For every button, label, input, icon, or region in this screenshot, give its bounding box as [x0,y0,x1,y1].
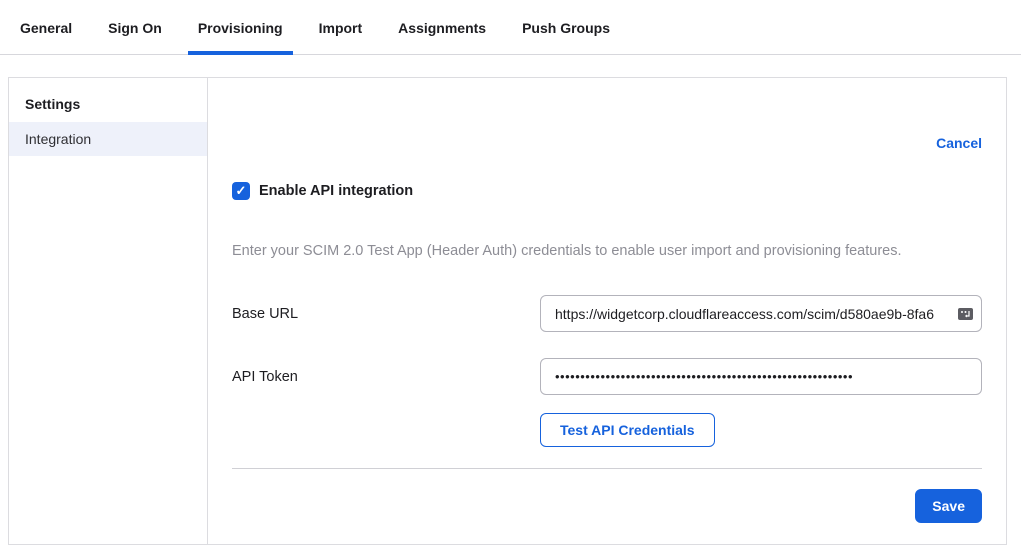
base-url-label: Base URL [232,306,540,322]
cancel-link[interactable]: Cancel [936,135,982,151]
api-token-row: API Token [232,358,982,395]
tab-sign-on[interactable]: Sign On [98,20,172,55]
test-api-credentials-button[interactable]: Test API Credentials [540,413,715,447]
save-row: Save [232,469,982,523]
api-token-label: API Token [232,369,540,385]
enable-api-integration-label: Enable API integration [259,183,413,199]
integration-settings-content: Cancel ✓ Enable API integration Enter yo… [208,78,1006,544]
tab-import[interactable]: Import [309,20,373,55]
api-token-input[interactable] [540,358,982,395]
cancel-row: Cancel [232,78,982,153]
base-url-input-wrap [540,295,982,332]
tab-push-groups[interactable]: Push Groups [512,20,620,55]
settings-sidebar: Settings Integration [9,78,208,544]
api-token-input-wrap [540,358,982,395]
provisioning-panel: Settings Integration Cancel ✓ Enable API… [8,77,1007,545]
tab-provisioning[interactable]: Provisioning [188,20,293,55]
tab-general[interactable]: General [10,20,82,55]
app-tab-bar: General Sign On Provisioning Import Assi… [0,0,1021,55]
tab-assignments[interactable]: Assignments [388,20,496,55]
sidebar-item-integration[interactable]: Integration [9,122,207,156]
base-url-input[interactable] [540,295,982,332]
enable-api-integration-checkbox[interactable]: ✓ [232,182,250,200]
credentials-description: Enter your SCIM 2.0 Test App (Header Aut… [232,243,982,259]
enable-api-integration-row: ✓ Enable API integration [232,182,982,200]
sidebar-heading: Settings [9,84,207,122]
save-button[interactable]: Save [915,489,982,523]
base-url-row: Base URL [232,295,982,332]
test-credentials-row: Test API Credentials [540,413,982,447]
text-cursor-icon [958,308,973,320]
